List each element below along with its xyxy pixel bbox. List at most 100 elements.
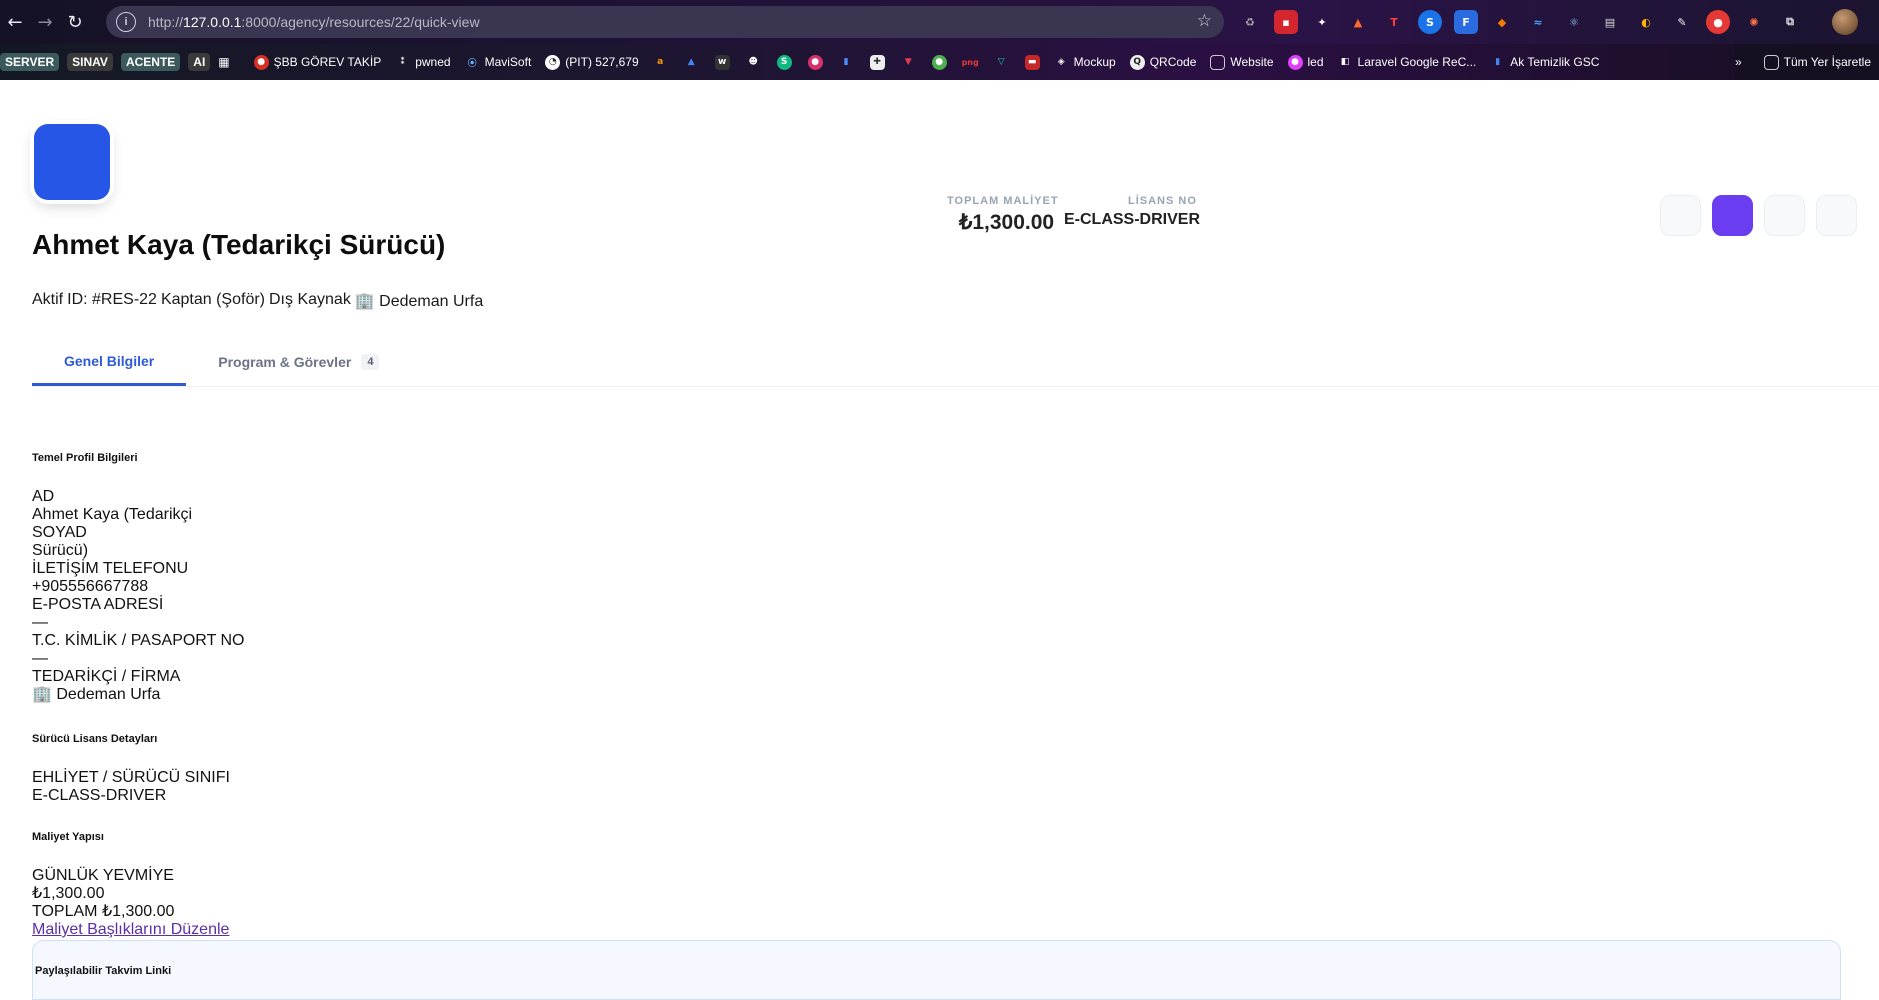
- tab-bar: Genel Bilgiler Program & Görevler 4: [32, 338, 411, 386]
- bookmark-favicon-icon[interactable]: ▼: [901, 55, 916, 70]
- bookmark-item[interactable]: Q QRCode: [1129, 54, 1196, 70]
- license-stat: LİSANS NO E-CLASS-DRIVER: [1064, 195, 1200, 229]
- react-icon[interactable]: ⚛: [1562, 10, 1586, 34]
- resource-avatar: [34, 124, 110, 200]
- bookmark-item[interactable]: ● ŞBB GÖREV TAKİP: [253, 54, 381, 70]
- bookmark-item[interactable]: ◔ (PIT) 527,679: [545, 54, 639, 70]
- extension-icon[interactable]: F: [1454, 10, 1478, 34]
- section-title-license: Sürücü Lisans Detayları: [32, 733, 158, 745]
- cost-total: TOPLAM ₺1,300.00: [32, 903, 175, 920]
- resource-source: Dış Kaynak: [269, 291, 351, 308]
- apps-grid-icon[interactable]: ▦: [218, 55, 229, 69]
- extension-icon[interactable]: ✦: [1310, 10, 1334, 34]
- back-arrow-icon[interactable]: ←: [0, 7, 30, 37]
- total-cost-stat: TOPLAM MALİYET ₺1,300.00: [947, 195, 1059, 235]
- extension-icon[interactable]: ◐: [1634, 10, 1658, 34]
- extension-icon[interactable]: ●: [1706, 10, 1730, 34]
- bookmark-item[interactable]: ⁑ pwned: [395, 55, 450, 70]
- bookmark-item[interactable]: ● led: [1287, 54, 1324, 70]
- license-field-lines: EHLİYET / SÜRÜCÜ SINIFI E-CLASS-DRIVER: [32, 769, 230, 805]
- page-title: Ahmet Kaya (Tedarikçi Sürücü): [32, 229, 446, 260]
- extension-icon[interactable]: ▤: [1598, 10, 1622, 34]
- recycle-icon[interactable]: ♻: [1238, 10, 1262, 34]
- resource-id: ID: #RES-22: [67, 291, 157, 308]
- extension-icon[interactable]: ≈: [1526, 10, 1550, 34]
- bookmark-item[interactable]: Website: [1210, 54, 1274, 70]
- forward-arrow-icon[interactable]: →: [30, 7, 60, 37]
- bookmark-folder-sinav[interactable]: SINAV: [67, 53, 113, 71]
- bookmark-star-icon[interactable]: ☆: [1197, 11, 1212, 31]
- extension-icon[interactable]: ▲: [1346, 10, 1370, 34]
- primary-action-button[interactable]: [1712, 195, 1753, 236]
- stat-label: TOPLAM MALİYET: [947, 195, 1059, 207]
- amazon-icon[interactable]: a: [653, 55, 668, 70]
- bookmark-favicon-icon: ●: [253, 54, 269, 70]
- bookmark-folder-server[interactable]: SERVER: [0, 53, 60, 71]
- action-button[interactable]: [1816, 195, 1857, 236]
- fox-icon[interactable]: ◆: [1490, 10, 1514, 34]
- edit-cost-headings-link[interactable]: Maliyet Başlıklarını Düzenle: [32, 921, 229, 939]
- field-label: SOYAD: [32, 524, 87, 541]
- all-bookmarks-folder[interactable]: Tüm Yer İşaretle: [1763, 54, 1871, 70]
- bookmark-favicon-icon: ⦿: [467, 58, 477, 69]
- resource-role: Kaptan (Şoför): [160, 291, 265, 308]
- extension-icon[interactable]: ✺: [1742, 10, 1766, 34]
- bookmark-favicon-icon: ●: [1287, 54, 1303, 70]
- tab-program-tasks[interactable]: Program & Görevler 4: [186, 338, 411, 386]
- field-value: +905556667788: [32, 578, 149, 595]
- field-value: —: [32, 614, 48, 631]
- bookmark-favicon-icon[interactable]: S: [776, 54, 792, 70]
- bookmark-item[interactable]: ▮ Ak Temizlik GSC: [1490, 55, 1599, 70]
- bookmarks-right: » Tüm Yer İşaretle: [1734, 44, 1879, 80]
- eyedropper-icon[interactable]: ✎: [1670, 10, 1694, 34]
- bookmark-favicon-icon[interactable]: ●: [931, 54, 947, 70]
- field-value: 🏢 Dedeman Urfa: [32, 686, 161, 703]
- mic-icon[interactable]: ●: [807, 54, 823, 70]
- action-button[interactable]: [1764, 195, 1805, 236]
- more-bookmarks-icon[interactable]: »: [1735, 55, 1742, 69]
- bookmark-favicon-icon[interactable]: ▬: [1024, 54, 1040, 70]
- shareable-calendar-box: Paylaşılabilir Takvim Linki: [32, 940, 1841, 1000]
- resource-supplier: 🏢 Dedeman Urfa: [354, 293, 484, 310]
- bookmarks-bar: SERVER SINAV ACENTE AI ▦ ● ŞBB GÖREV TAKİ…: [0, 44, 1879, 80]
- chart-icon[interactable]: ▮: [839, 55, 854, 70]
- bookmark-favicon-icon: ◔: [545, 54, 561, 70]
- bookmark-favicon-icon[interactable]: ✚: [869, 54, 885, 70]
- bookmark-favicon-icon[interactable]: w: [714, 54, 730, 70]
- reload-icon[interactable]: ↻: [60, 7, 90, 37]
- bookmark-item[interactable]: ◈ Mockup: [1054, 55, 1116, 70]
- bookmark-favicon-icon[interactable]: ☻: [746, 55, 761, 70]
- tab-divider: [32, 386, 1879, 387]
- profile-avatar[interactable]: [1832, 9, 1858, 35]
- ads-icon[interactable]: ▲: [684, 55, 699, 70]
- extension-icon[interactable]: S: [1418, 10, 1442, 34]
- field-label: TEDARİKÇİ / FİRMA: [32, 668, 181, 685]
- bookmark-folder-acente[interactable]: ACENTE: [120, 53, 181, 71]
- profile-field-lines: AD Ahmet Kaya (Tedarikçi SOYAD Sürücü) İ…: [32, 488, 245, 704]
- bookmark-icon-row[interactable]: a ▲ w ☻ S ● ▮ ✚ ▼ ● png ▽ ▬: [653, 54, 1040, 70]
- field-value: —: [32, 650, 48, 667]
- bookmark-favicon-icon[interactable]: png: [962, 55, 979, 70]
- extension-icon[interactable]: T: [1382, 10, 1406, 34]
- qrcode-icon: Q: [1129, 54, 1145, 70]
- extension-icon[interactable]: ▪: [1274, 10, 1298, 34]
- status-badge: Aktif: [32, 291, 64, 308]
- field-label: E-POSTA ADRESİ: [32, 596, 164, 613]
- bookmark-item[interactable]: ◧ Laravel Google ReC...: [1338, 55, 1477, 70]
- bookmark-folder-ai[interactable]: AI: [188, 53, 211, 71]
- bookmark-item[interactable]: ⦿ MaviSoft: [465, 55, 532, 70]
- url-text[interactable]: http://127.0.0.1:8000/agency/resources/2…: [148, 14, 480, 30]
- site-info-icon[interactable]: i: [116, 12, 136, 32]
- puzzle-icon[interactable]: ⧉: [1778, 10, 1802, 34]
- resource-subline: Aktif ID: #RES-22 Kaptan (Şoför) Dış Kay…: [32, 291, 483, 311]
- section-title-cost: Maliyet Yapısı: [32, 831, 104, 843]
- tab-general-info[interactable]: Genel Bilgiler: [32, 338, 187, 386]
- address-bar[interactable]: i http://127.0.0.1:8000/agency/resources…: [106, 6, 1224, 38]
- bookmark-favicon-icon[interactable]: ▽: [994, 55, 1009, 70]
- field-value: Sürücü): [32, 542, 89, 559]
- field-value: Ahmet Kaya (Tedarikçi: [32, 506, 193, 523]
- action-button[interactable]: [1660, 195, 1701, 236]
- analytics-icon: ▮: [1495, 57, 1501, 67]
- field-value: E-CLASS-DRIVER: [32, 787, 167, 804]
- stat-value: ₺1,300.00: [959, 211, 1055, 234]
